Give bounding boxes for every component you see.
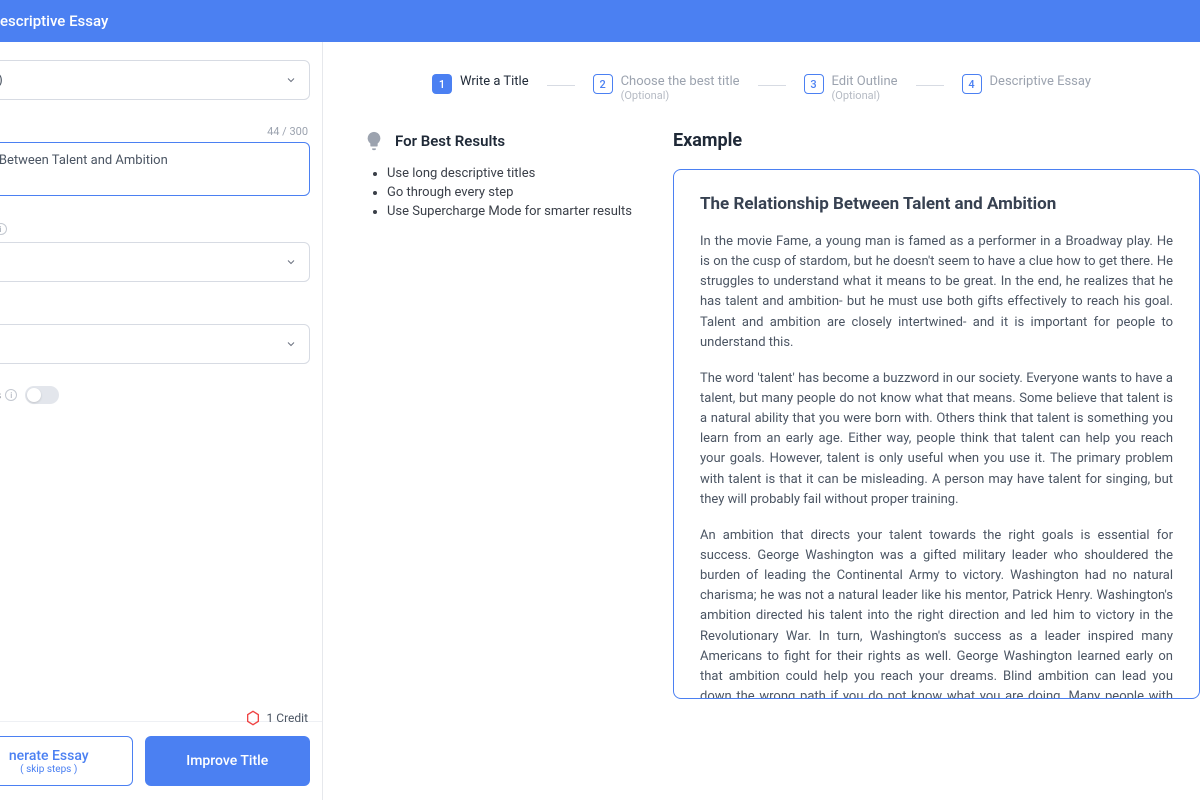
language-field: lish) xyxy=(0,60,310,100)
step-4[interactable]: 4 Descriptive Essay xyxy=(962,74,1092,94)
audience-select[interactable] xyxy=(0,242,310,282)
essay-paragraph: The word 'talent' has become a buzzword … xyxy=(700,369,1173,510)
audience-label: ence i xyxy=(0,222,310,236)
audience-field: ence i xyxy=(0,222,310,282)
page-header: escriptive Essay xyxy=(0,0,1200,42)
tips-heading: For Best Results xyxy=(395,132,505,150)
example-panel: Example The Relationship Between Talent … xyxy=(673,130,1200,699)
paragraphs-select[interactable] xyxy=(0,324,310,364)
tips-panel: For Best Results Use long descriptive ti… xyxy=(363,130,633,699)
example-heading: Example xyxy=(673,130,1200,151)
step-label: Descriptive Essay xyxy=(990,74,1092,89)
content-columns: For Best Results Use long descriptive ti… xyxy=(323,110,1200,699)
lightbulb-icon xyxy=(363,130,385,152)
topic-input[interactable] xyxy=(0,142,310,196)
stepper: 1 Write a Title 2 Choose the best title … xyxy=(323,42,1200,110)
hexagon-icon xyxy=(245,710,261,726)
step-divider xyxy=(916,85,944,86)
essay-paragraph: An ambition that directs your talent tow… xyxy=(700,526,1173,699)
step-optional: (Optional) xyxy=(832,89,898,102)
step-3[interactable]: 3 Edit Outline (Optional) xyxy=(804,74,898,102)
generate-sublabel: ( skip steps ) xyxy=(20,764,77,775)
button-row: nerate Essay ( skip steps ) Improve Titl… xyxy=(0,721,322,800)
improve-title-button[interactable]: Improve Title xyxy=(145,736,311,786)
step-divider xyxy=(758,85,786,86)
step-number: 3 xyxy=(804,74,824,94)
page-title: escriptive Essay xyxy=(0,12,108,30)
resources-label: ources i xyxy=(0,388,17,402)
tip-item: Go through every step xyxy=(387,185,633,200)
credit-indicator: 1 Credit xyxy=(245,710,308,726)
resources-field: ources i xyxy=(0,386,310,404)
generate-label: nerate Essay xyxy=(9,748,89,764)
paragraphs-field: s xyxy=(0,304,310,364)
step-label: Edit Outline xyxy=(832,74,898,89)
char-count: 44 / 300 xyxy=(267,125,310,138)
essay-title: The Relationship Between Talent and Ambi… xyxy=(700,194,1173,214)
topic-field: s * 44 / 300 xyxy=(0,122,310,200)
chevron-down-icon xyxy=(285,338,297,350)
main-layout: lish) s * 44 / 300 ence i xyxy=(0,42,1200,800)
resources-toggle[interactable] xyxy=(25,386,59,404)
tip-item: Use Supercharge Mode for smarter results xyxy=(387,204,633,219)
credit-text: 1 Credit xyxy=(267,711,308,725)
chevron-down-icon xyxy=(285,74,297,86)
form-area: lish) s * 44 / 300 ence i xyxy=(0,60,322,721)
step-label: Choose the best title xyxy=(621,74,740,89)
form-sidebar: lish) s * 44 / 300 ence i xyxy=(0,42,323,800)
language-value: lish) xyxy=(0,73,3,88)
step-number: 4 xyxy=(962,74,982,94)
tip-item: Use long descriptive titles xyxy=(387,166,633,181)
step-divider xyxy=(547,85,575,86)
improve-label: Improve Title xyxy=(186,753,268,769)
step-2[interactable]: 2 Choose the best title (Optional) xyxy=(593,74,740,102)
essay-paragraph: In the movie Fame, a young man is famed … xyxy=(700,232,1173,353)
language-select[interactable]: lish) xyxy=(0,60,310,100)
step-1[interactable]: 1 Write a Title xyxy=(432,74,529,94)
step-optional: (Optional) xyxy=(621,89,740,102)
info-icon[interactable]: i xyxy=(5,389,17,401)
info-icon[interactable]: i xyxy=(0,223,7,235)
paragraphs-label: s xyxy=(0,304,310,318)
step-label: Write a Title xyxy=(460,74,529,89)
example-essay: The Relationship Between Talent and Ambi… xyxy=(673,169,1200,699)
step-number: 2 xyxy=(593,74,613,94)
chevron-down-icon xyxy=(285,256,297,268)
step-number: 1 xyxy=(432,74,452,94)
content-area: 1 Write a Title 2 Choose the best title … xyxy=(323,42,1200,800)
tips-list: Use long descriptive titles Go through e… xyxy=(363,166,633,219)
generate-essay-button[interactable]: nerate Essay ( skip steps ) xyxy=(0,736,133,786)
